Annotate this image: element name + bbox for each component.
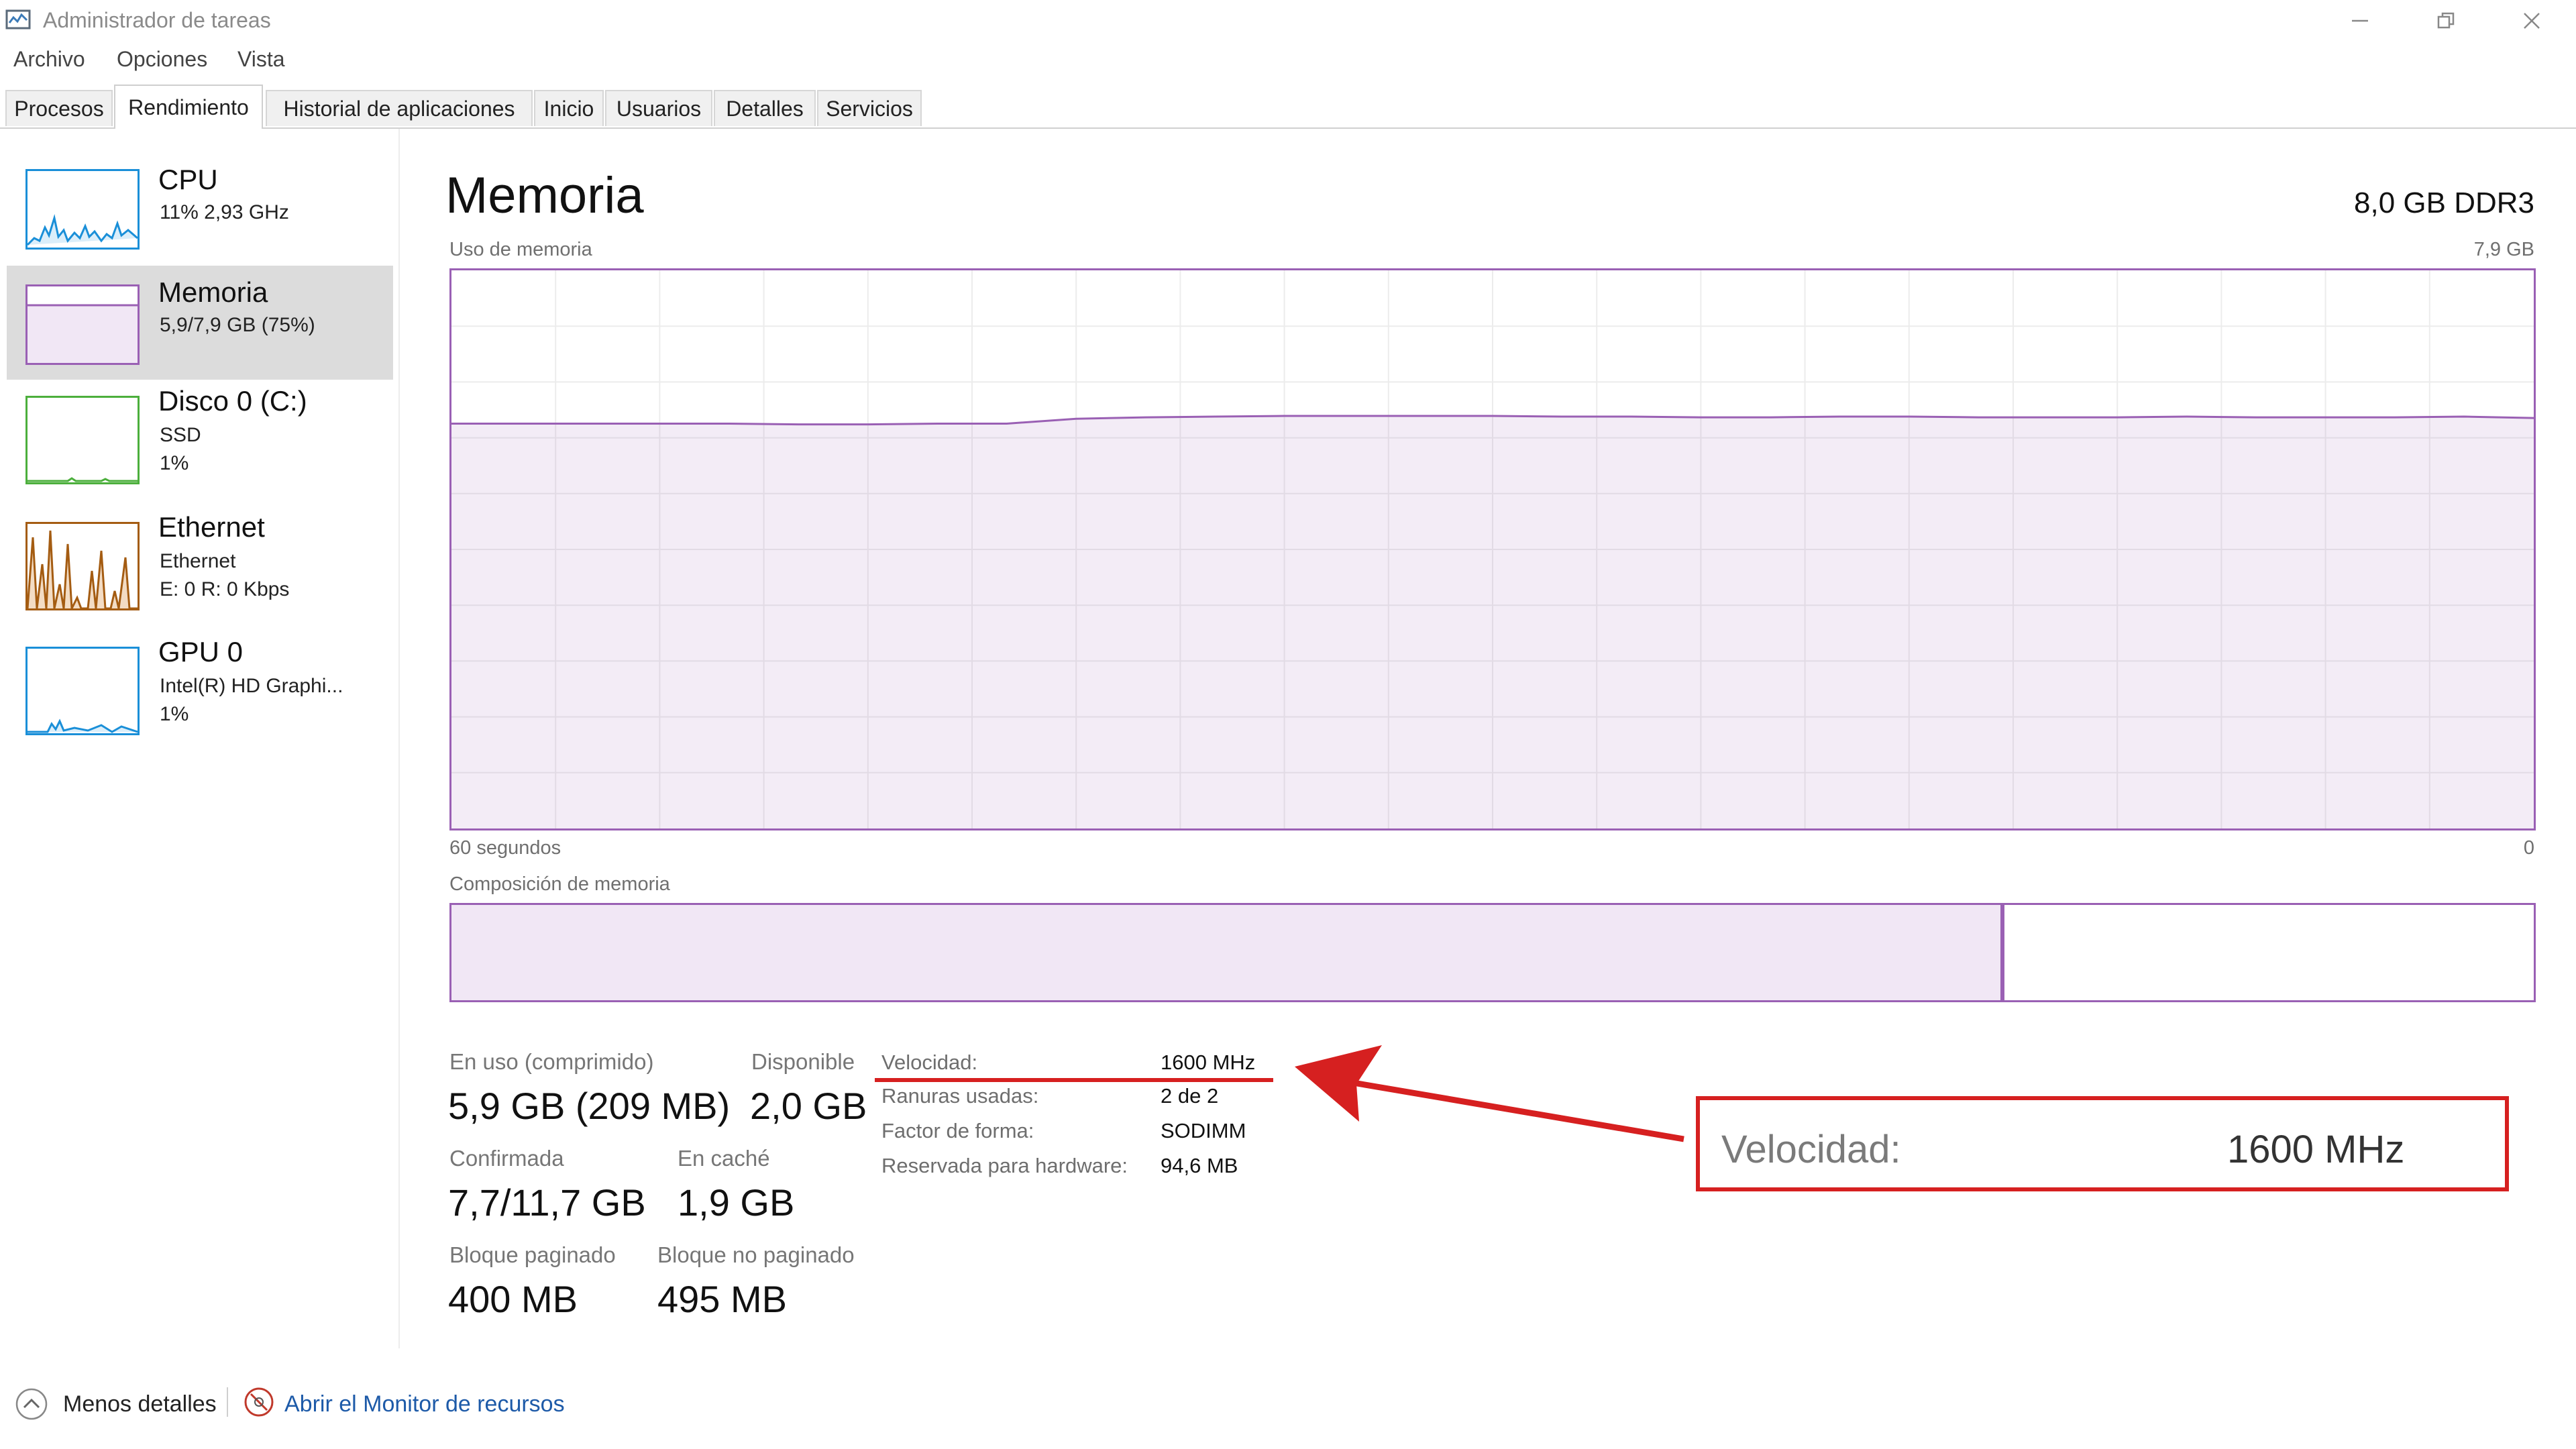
sidebar-item-cpu[interactable]: CPU 11% 2,93 GHz: [7, 156, 393, 263]
menu-vista[interactable]: Vista: [237, 47, 285, 72]
sidebar-item-throughput: E: 0 R: 0 Kbps: [160, 578, 290, 600]
sidebar-item-title: Ethernet: [158, 511, 265, 543]
memory-usage-area: [451, 416, 2534, 828]
gpu-graph-icon: [25, 647, 140, 735]
sidebar-item-title: GPU 0: [158, 636, 244, 667]
time-axis-end: 0: [2523, 837, 2534, 859]
committed-value: 7,7/11,7 GB: [448, 1181, 646, 1224]
task-manager-icon: [5, 9, 32, 32]
paged-pool-value: 400 MB: [448, 1278, 578, 1320]
time-axis-label: 60 segundos: [449, 837, 561, 859]
disk-graph-icon: [25, 396, 140, 484]
paged-pool-label: Bloque paginado: [449, 1242, 616, 1267]
title-bar: Administrador de tareas: [0, 0, 2576, 42]
less-details-button[interactable]: [15, 1387, 48, 1421]
composition-label: Composición de memoria: [449, 873, 670, 895]
minimize-button[interactable]: [2321, 0, 2399, 42]
sidebar-item-ethernet[interactable]: Ethernet Ethernet E: 0 R: 0 Kbps: [7, 511, 393, 632]
memory-usage-plot: [451, 270, 2534, 828]
sidebar-item-subtitle: SSD: [160, 424, 201, 446]
nonpaged-pool-value: 495 MB: [657, 1278, 787, 1320]
composition-in-use: [451, 905, 2002, 1000]
tab-historial-de-aplicaciones[interactable]: Historial de aplicaciones: [266, 90, 533, 126]
sidebar-item-subtitle: Intel(R) HD Graphi...: [160, 675, 343, 697]
sidebar-item-title: Memoria: [158, 276, 268, 308]
tab-procesos[interactable]: Procesos: [5, 90, 113, 126]
available-label: Disponible: [751, 1049, 855, 1074]
restore-icon: [2437, 12, 2455, 29]
sidebar-item-title: CPU: [158, 164, 218, 195]
resource-monitor-icon[interactable]: [243, 1386, 275, 1418]
memory-graph-icon: [25, 284, 140, 365]
sidebar-item-disco[interactable]: Disco 0 (C:) SSD 1%: [7, 385, 393, 506]
close-icon: [2524, 13, 2540, 29]
callout-speed-label: Velocidad:: [1721, 1128, 1901, 1171]
tab-servicios[interactable]: Servicios: [817, 90, 922, 126]
nonpaged-pool-label: Bloque no paginado: [657, 1242, 855, 1267]
tab-usuarios[interactable]: Usuarios: [605, 90, 712, 126]
footer-divider: [227, 1387, 228, 1417]
callout-speed-value: 1600 MHz: [2227, 1128, 2405, 1171]
menu-opciones[interactable]: Opciones: [117, 47, 207, 72]
page-title: Memoria: [445, 167, 644, 224]
in-use-value: 5,9 GB (209 MB): [448, 1085, 731, 1127]
committed-label: Confirmada: [449, 1146, 564, 1171]
restore-button[interactable]: [2407, 0, 2485, 42]
arrow-shaft: [1321, 1074, 1684, 1142]
less-details-link[interactable]: Menos detalles: [63, 1391, 217, 1417]
sidebar-item-usage: 1%: [160, 452, 189, 474]
memory-spec: 8,0 GB DDR3: [2354, 186, 2534, 219]
usage-chart-max: 7,9 GB: [2473, 239, 2534, 260]
close-button[interactable]: [2493, 0, 2571, 42]
in-use-label: En uso (comprimido): [449, 1049, 654, 1074]
resource-monitor-link[interactable]: Abrir el Monitor de recursos: [284, 1391, 565, 1417]
ethernet-graph-icon: [25, 522, 140, 612]
sidebar-item-gpu[interactable]: GPU 0 Intel(R) HD Graphi... 1%: [7, 636, 393, 757]
chevron-up-icon: [15, 1388, 48, 1420]
sidebar-item-memoria[interactable]: Memoria 5,9/7,9 GB (75%): [7, 266, 393, 380]
sidebar-item-subtitle: 11% 2,93 GHz: [160, 201, 289, 223]
sidebar-item-subtitle: 5,9/7,9 GB (75%): [160, 314, 315, 336]
menu-archivo[interactable]: Archivo: [13, 47, 85, 72]
resource-sidebar: CPU 11% 2,93 GHz Memoria 5,9/7,9 GB (75%…: [0, 129, 400, 1348]
composition-free: [2002, 905, 2502, 1000]
sidebar-item-subtitle: Ethernet: [160, 550, 236, 572]
cached-label: En caché: [678, 1146, 770, 1171]
usage-chart-label: Uso de memoria: [449, 239, 592, 260]
tab-inicio[interactable]: Inicio: [534, 90, 604, 126]
sidebar-item-usage: 1%: [160, 703, 189, 725]
sidebar-item-title: Disco 0 (C:): [158, 385, 307, 417]
memory-usage-chart: [449, 268, 2536, 830]
tab-detalles[interactable]: Detalles: [714, 90, 816, 126]
tab-rendimiento[interactable]: Rendimiento: [114, 85, 263, 129]
window-title: Administrador de tareas: [43, 8, 271, 32]
annotation-overlay: [875, 1045, 1684, 1142]
minimize-icon: [2352, 19, 2368, 22]
cached-value: 1,9 GB: [678, 1181, 795, 1224]
memory-composition-bar: [449, 903, 2536, 1002]
available-value: 2,0 GB: [750, 1085, 867, 1127]
cpu-graph-icon: [25, 169, 140, 250]
